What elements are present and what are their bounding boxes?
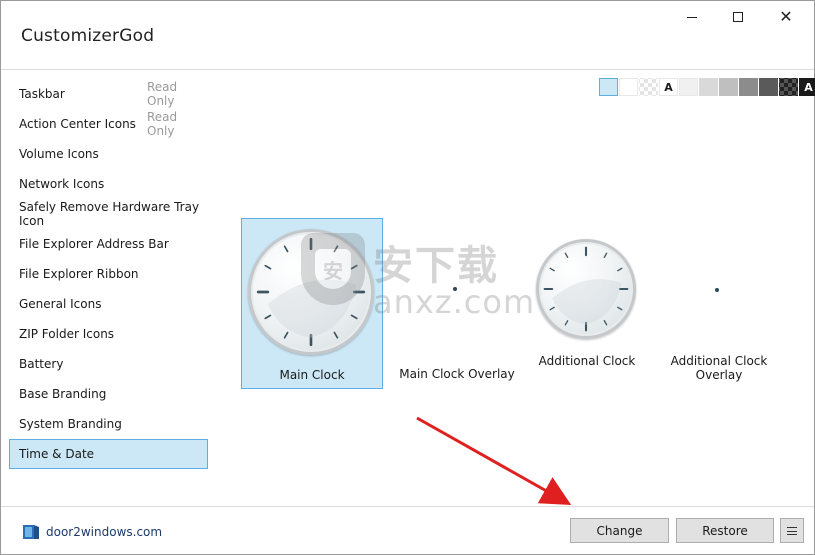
maximize-button[interactable]: [715, 1, 761, 33]
tile-additional-clock-overlay[interactable]: Additional Clock Overlay: [649, 231, 789, 382]
close-button[interactable]: ✕: [763, 1, 809, 33]
sidebar-item[interactable]: Action Center Icons Read Only: [9, 109, 208, 139]
sidebar-item[interactable]: File Explorer Ribbon: [9, 259, 208, 289]
sidebar-item[interactable]: Safely Remove Hardware Tray Icon: [9, 199, 208, 229]
background-swatch-light-gray[interactable]: [699, 78, 718, 96]
sidebar-item[interactable]: ZIP Folder Icons: [9, 319, 208, 349]
swatch-letter: A: [804, 80, 813, 94]
tile-main-clock[interactable]: Main Clock: [241, 218, 383, 389]
clock-icon: [536, 239, 636, 339]
clock-ticks: [256, 237, 366, 347]
background-swatch-dark-gray[interactable]: [759, 78, 778, 96]
background-swatch-light-blue[interactable]: [599, 78, 618, 96]
category-sidebar: Taskbar Read Only Action Center Icons Read …: [9, 79, 209, 469]
clock-icon: [248, 229, 374, 355]
background-swatch-mid-gray[interactable]: [739, 78, 758, 96]
minimize-button[interactable]: [669, 1, 715, 33]
sidebar-item-label: Taskbar: [19, 87, 65, 101]
sidebar-item[interactable]: Volume Icons: [9, 139, 208, 169]
brand-text: door2windows.com: [46, 525, 163, 539]
background-swatch-letter-light[interactable]: A: [659, 78, 678, 96]
sidebar-item-label: Volume Icons: [19, 147, 99, 161]
swatch-letter: A: [664, 80, 673, 94]
maximize-icon: [733, 12, 743, 22]
tile-label: Additional Clock: [538, 354, 636, 368]
sidebar-item[interactable]: Battery: [9, 349, 208, 379]
hamburger-icon: [787, 526, 797, 535]
close-icon: ✕: [779, 7, 793, 26]
sidebar-item-label: System Branding: [19, 417, 122, 431]
menu-button[interactable]: [780, 518, 804, 543]
change-button[interactable]: Change: [570, 518, 669, 543]
sidebar-item-label: Base Branding: [19, 387, 107, 401]
footer-bar: door2windows.com Change Restore: [1, 506, 814, 555]
clock-overlay-icon: [715, 288, 719, 292]
sidebar-item[interactable]: Time & Date: [9, 439, 208, 469]
sidebar-item-label: File Explorer Address Bar: [19, 237, 169, 251]
background-swatch-checker-light[interactable]: [639, 78, 658, 96]
sidebar-item-label: ZIP Folder Icons: [19, 327, 115, 341]
sidebar-item[interactable]: Base Branding: [9, 379, 208, 409]
tile-main-clock-overlay[interactable]: Main Clock Overlay: [399, 218, 515, 389]
sidebar-item-label: General Icons: [19, 297, 102, 311]
sidebar-item[interactable]: General Icons: [9, 289, 208, 319]
sidebar-item-label: Network Icons: [19, 177, 105, 191]
background-swatch-gray[interactable]: [719, 78, 738, 96]
sidebar-item[interactable]: File Explorer Address Bar: [9, 229, 208, 259]
sidebar-item-label: Battery: [19, 357, 64, 371]
sidebar-item-label: Action Center Icons: [19, 117, 136, 131]
brand-link[interactable]: door2windows.com: [22, 523, 162, 541]
read-only-badge: Read Only: [147, 80, 178, 108]
background-swatch-checker-dark[interactable]: [779, 78, 798, 96]
door2windows-logo-icon: [22, 523, 40, 541]
tile-label: Additional Clock Overlay: [670, 354, 768, 382]
minimize-icon: [687, 16, 697, 18]
tile-label: Main Clock: [279, 368, 345, 382]
clock-overlay-icon: [453, 287, 457, 291]
sidebar-item-label: Time & Date: [19, 447, 95, 461]
sidebar-item[interactable]: Taskbar Read Only: [9, 79, 208, 109]
background-swatch-white[interactable]: [619, 78, 638, 96]
sidebar-item-label: Safely Remove Hardware Tray Icon: [19, 200, 200, 228]
background-swatch-bar: AA: [599, 78, 815, 96]
sidebar-item[interactable]: System Branding: [9, 409, 208, 439]
tile-additional-clock[interactable]: Additional Clock: [531, 231, 643, 376]
sidebar-item[interactable]: Network Icons: [9, 169, 208, 199]
read-only-badge: Read Only: [147, 110, 178, 138]
restore-button[interactable]: Restore: [676, 518, 774, 543]
tile-label: Main Clock Overlay: [399, 367, 515, 381]
sidebar-item-label: File Explorer Ribbon: [19, 267, 139, 281]
app-title: CustomizerGod: [21, 26, 155, 46]
title-bar: CustomizerGod ✕: [1, 1, 814, 70]
background-swatch-very-light-gray[interactable]: [679, 78, 698, 96]
app-window: CustomizerGod ✕ Taskbar Read Only Action C…: [0, 0, 815, 555]
background-swatch-letter-dark[interactable]: A: [799, 78, 815, 96]
clock-ticks: [543, 246, 629, 332]
